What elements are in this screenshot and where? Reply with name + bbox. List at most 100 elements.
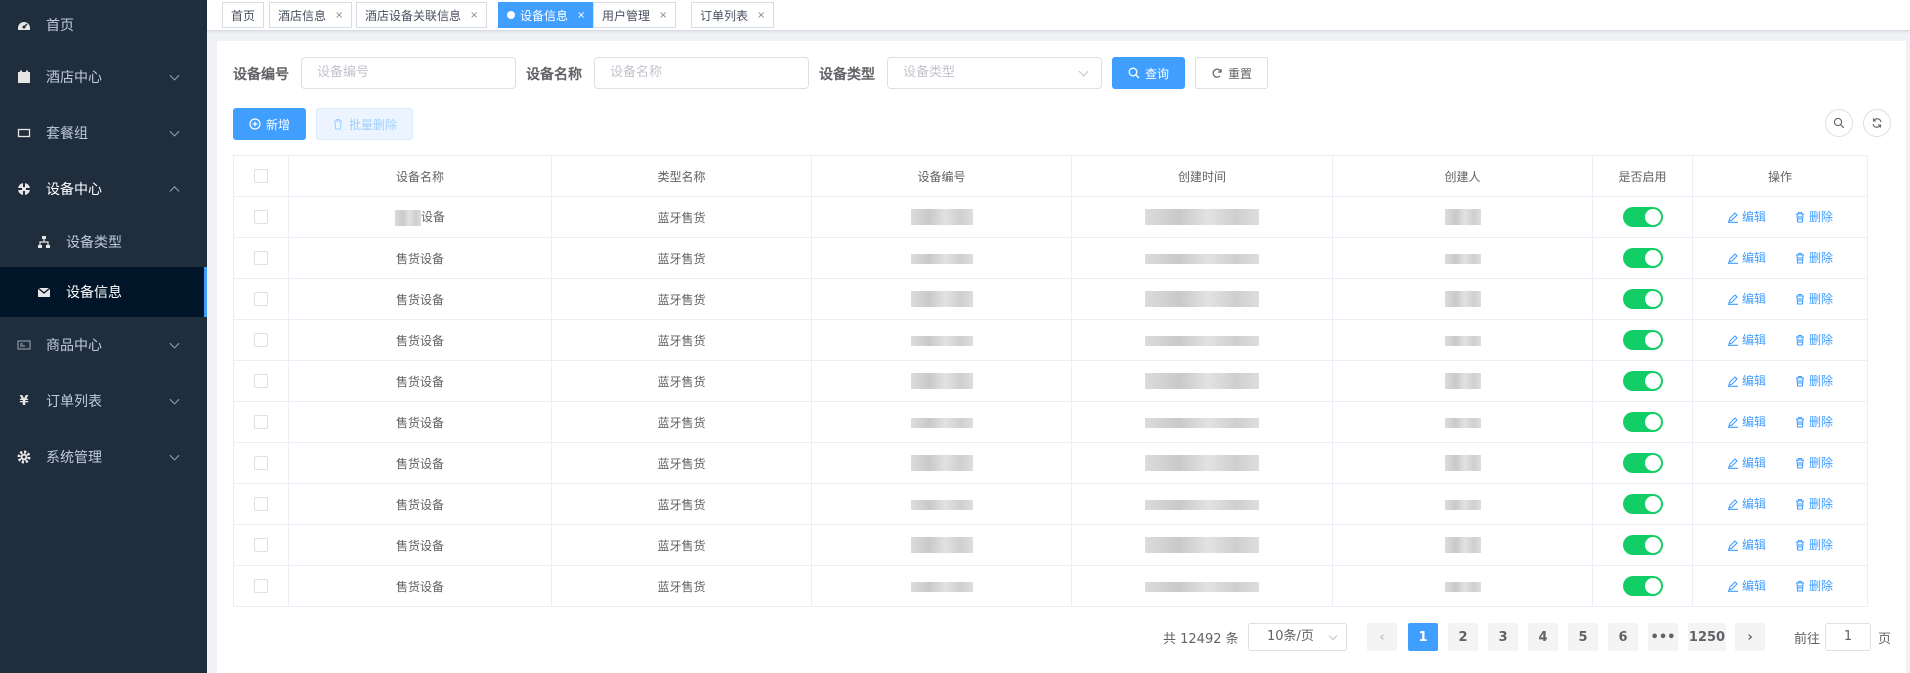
page-number-button[interactable]: 1 <box>1408 623 1438 651</box>
edit-button[interactable]: 编辑 <box>1727 290 1766 307</box>
sidebar-item-package-group[interactable]: 套餐组 <box>0 105 207 161</box>
delete-button[interactable]: 删除 <box>1794 372 1833 389</box>
table-row[interactable]: 售货设备 蓝牙售货 编辑 删除 <box>233 237 1868 279</box>
edit-button[interactable]: 编辑 <box>1727 413 1766 430</box>
page-number-button[interactable]: 4 <box>1528 623 1558 651</box>
device-type-select[interactable]: 设备类型 <box>887 57 1102 89</box>
sidebar-subitem-device-info[interactable]: 设备信息 <box>0 267 207 317</box>
edit-button[interactable]: 编辑 <box>1727 331 1766 348</box>
tab-hotel-info[interactable]: 酒店信息 × <box>269 2 353 28</box>
delete-button[interactable]: 删除 <box>1794 454 1833 471</box>
row-checkbox[interactable] <box>254 210 268 225</box>
close-icon[interactable]: × <box>659 10 667 21</box>
redacted-text <box>910 373 973 389</box>
sidebar-item-order-list[interactable]: ¥ 订单列表 <box>0 373 207 429</box>
edit-button[interactable]: 编辑 <box>1727 495 1766 512</box>
close-icon[interactable]: × <box>577 10 585 21</box>
tab-home[interactable]: 首页 <box>222 2 265 28</box>
table-row[interactable]: 设备 蓝牙售货 编辑 删除 <box>233 196 1868 238</box>
search-button[interactable]: 查询 <box>1112 57 1185 89</box>
device-name-input[interactable]: 设备名称 <box>594 57 809 89</box>
sidebar-item-goods-center[interactable]: 商品中心 <box>0 317 207 373</box>
row-checkbox[interactable] <box>254 333 268 348</box>
prev-page-button[interactable]: ‹ <box>1367 623 1397 651</box>
table-row[interactable]: 售货设备 蓝牙售货 编辑 删除 <box>233 483 1868 525</box>
row-checkbox[interactable] <box>254 579 268 594</box>
cell-type-name: 蓝牙售货 <box>551 483 812 525</box>
select-all-checkbox[interactable] <box>254 169 268 184</box>
sidebar-item-device-center[interactable]: 设备中心 <box>0 161 207 217</box>
add-button[interactable]: 新增 <box>233 108 306 140</box>
enabled-switch[interactable] <box>1622 412 1663 432</box>
close-icon[interactable]: × <box>757 10 765 21</box>
search-icon <box>1833 117 1845 129</box>
delete-button[interactable]: 删除 <box>1794 249 1833 266</box>
enabled-switch[interactable] <box>1622 371 1663 391</box>
enabled-switch[interactable] <box>1622 494 1663 514</box>
edit-button[interactable]: 编辑 <box>1727 372 1766 389</box>
delete-button[interactable]: 删除 <box>1794 495 1833 512</box>
close-icon[interactable]: × <box>335 10 343 21</box>
refresh-table-button[interactable] <box>1863 109 1891 137</box>
delete-button[interactable]: 删除 <box>1794 331 1833 348</box>
delete-button[interactable]: 删除 <box>1794 413 1833 430</box>
enabled-switch[interactable] <box>1622 289 1663 309</box>
table-row[interactable]: 售货设备 蓝牙售货 编辑 删除 <box>233 524 1868 566</box>
page-size-select[interactable]: 10条/页 <box>1248 623 1347 651</box>
sidebar-item-home[interactable]: 首页 <box>0 0 207 49</box>
page-ellipsis[interactable]: ••• <box>1648 623 1678 651</box>
edit-button[interactable]: 编辑 <box>1727 577 1766 594</box>
row-checkbox[interactable] <box>254 456 268 471</box>
edit-button[interactable]: 编辑 <box>1727 208 1766 225</box>
sidebar-subitem-device-type[interactable]: 设备类型 <box>0 217 207 267</box>
table-row[interactable]: 售货设备 蓝牙售货 编辑 删除 <box>233 319 1868 361</box>
enabled-switch[interactable] <box>1622 535 1663 555</box>
row-checkbox[interactable] <box>254 374 268 389</box>
tab-order-list[interactable]: 订单列表 × <box>691 2 775 28</box>
sidebar-item-hotel-center[interactable]: 酒店中心 <box>0 49 207 105</box>
edit-button[interactable]: 编辑 <box>1727 454 1766 471</box>
cell-device-name: 售货设备 <box>288 442 552 484</box>
close-icon[interactable]: × <box>470 10 478 21</box>
page-number-button[interactable]: 5 <box>1568 623 1598 651</box>
delete-button[interactable]: 删除 <box>1794 536 1833 553</box>
row-checkbox[interactable] <box>254 251 268 266</box>
table-row[interactable]: 售货设备 蓝牙售货 编辑 删除 <box>233 442 1868 484</box>
enabled-switch[interactable] <box>1622 248 1663 268</box>
page-number-button[interactable]: 6 <box>1608 623 1638 651</box>
page-number-button[interactable]: 2 <box>1448 623 1478 651</box>
table-row[interactable]: 售货设备 蓝牙售货 编辑 删除 <box>233 360 1868 402</box>
cell-actions: 编辑 删除 <box>1692 360 1868 402</box>
sidebar-subitem-label: 设备类型 <box>66 235 122 251</box>
sidebar-item-system-management[interactable]: 系统管理 <box>0 429 207 485</box>
table-row[interactable]: 售货设备 蓝牙售货 编辑 删除 <box>233 401 1868 443</box>
enabled-switch[interactable] <box>1622 330 1663 350</box>
delete-button[interactable]: 删除 <box>1794 577 1833 594</box>
goto-page-input[interactable]: 1 <box>1825 623 1871 651</box>
enabled-switch[interactable] <box>1622 576 1663 596</box>
page-number-button[interactable]: 3 <box>1488 623 1518 651</box>
delete-button[interactable]: 删除 <box>1794 290 1833 307</box>
row-checkbox[interactable] <box>254 497 268 512</box>
batch-delete-button[interactable]: 批量删除 <box>316 108 413 140</box>
device-code-input[interactable]: 设备编号 <box>301 57 516 89</box>
table-row[interactable]: 售货设备 蓝牙售货 编辑 删除 <box>233 565 1868 607</box>
table-row[interactable]: 售货设备 蓝牙售货 编辑 删除 <box>233 278 1868 320</box>
row-checkbox[interactable] <box>254 415 268 430</box>
row-checkbox[interactable] <box>254 292 268 307</box>
delete-button[interactable]: 删除 <box>1794 208 1833 225</box>
tab-hotel-device-relation[interactable]: 酒店设备关联信息 × <box>356 2 488 28</box>
page-number-button[interactable]: 1250 <box>1688 623 1726 651</box>
redacted-text <box>1444 209 1481 225</box>
enabled-switch[interactable] <box>1622 207 1663 227</box>
tab-user-management[interactable]: 用户管理 × <box>593 2 677 28</box>
edit-button[interactable]: 编辑 <box>1727 249 1766 266</box>
edit-button[interactable]: 编辑 <box>1727 536 1766 553</box>
toggle-search-button[interactable] <box>1825 109 1853 137</box>
enabled-switch[interactable] <box>1622 453 1663 473</box>
row-checkbox[interactable] <box>254 538 268 553</box>
goto-prefix: 前往 <box>1794 632 1821 647</box>
reset-button[interactable]: 重置 <box>1195 57 1268 89</box>
next-page-button[interactable]: › <box>1735 623 1765 651</box>
tab-device-info[interactable]: 设备信息 × <box>498 2 595 28</box>
